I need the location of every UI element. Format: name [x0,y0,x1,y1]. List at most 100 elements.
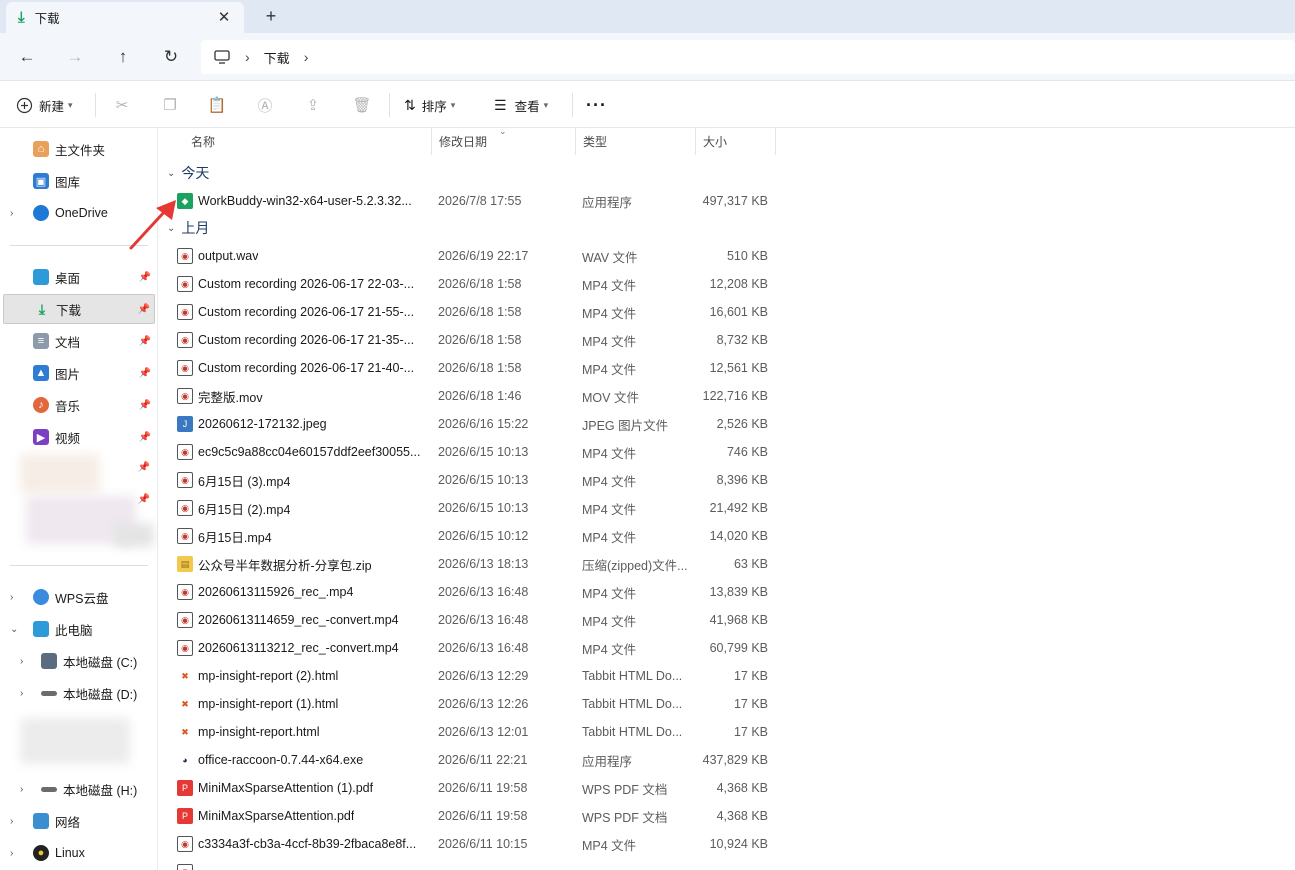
pin-icon[interactable]: 📌 [139,336,151,347]
file-row[interactable]: ◉ [159,858,779,870]
breadcrumb-downloads[interactable]: 下载 [264,48,290,67]
file-row[interactable]: ◉ Custom recording 2026-06-17 21-35-... 20… [159,326,779,354]
chevron-right-icon[interactable]: › [245,49,250,65]
file-row[interactable]: ◉ c3334a3f-cb3a-4ccf-8b39-2fbaca8e8f... 20… [159,830,779,858]
file-type: MP4 文件 [582,362,637,377]
chevron-right-icon[interactable]: › [304,49,309,65]
pin-icon[interactable]: 📌 [139,272,151,283]
sidebar-item-drive-d[interactable]: › 本地磁盘 (D:) [3,678,155,708]
pin-icon[interactable]: 📌 [138,462,150,473]
tab-downloads[interactable]: ⤓ 下载 ✕ [6,2,244,33]
pin-icon[interactable]: 📌 [139,432,151,443]
blurred-entry [114,523,154,547]
sidebar-item-music[interactable]: ♪ 音乐 📌 [3,390,155,420]
html-icon: ✖ [177,668,193,684]
file-row[interactable]: ✖ mp-insight-report (2).html 2026/6/13 12:… [159,662,779,690]
sidebar-item-pictures[interactable]: ▲ 图片 📌 [3,358,155,388]
sort-button[interactable]: ⇅ 排序 ▾ [404,92,455,118]
paste-icon[interactable]: 📋 [207,95,227,115]
column-header-size[interactable]: 大小 [696,128,776,155]
sidebar-item-label: 图库 [55,175,81,190]
tab-title: 下载 [34,12,60,26]
chevron-right-icon[interactable]: › [10,592,13,603]
up-button[interactable]: ↑ [109,43,137,71]
file-row[interactable]: ◉ Custom recording 2026-06-17 22-03-... 20… [159,270,779,298]
sidebar-item-downloads[interactable]: ⤓ 下载 📌 [3,294,155,324]
sidebar-item-gallery[interactable]: ▣ 图库 [3,166,155,196]
rename-icon[interactable]: Ⓐ [255,95,275,115]
sidebar-item-desktop[interactable]: 桌面 📌 [3,262,155,292]
file-row[interactable]: ◉ output.wav 2026/6/19 22:17 WAV 文件 510 KB [159,242,779,270]
file-row[interactable]: ◉ 20260613113212_rec_-convert.mp4 2026/6/1… [159,634,779,662]
address-bar[interactable]: › 下载 › [201,40,1295,74]
file-row[interactable]: P MiniMaxSparseAttention.pdf 2026/6/11 19:… [159,802,779,830]
file-row[interactable]: ▤ 公众号半年数据分析-分享包.zip 2026/6/13 18:13 压缩(zipp… [159,550,779,578]
cut-icon[interactable]: ✂ [112,95,132,115]
sidebar-item-this-pc[interactable]: ⌄ 此电脑 [3,614,155,644]
file-row[interactable]: ◉ 6月15日 (3).mp4 2026/6/15 10:13 MP4 文件 8,396… [159,466,779,494]
column-header-name[interactable]: 名称 [184,128,432,155]
file-type: 应用程序 [582,195,633,210]
chevron-down-icon[interactable]: ⌄ [167,168,175,179]
sidebar-item-documents[interactable]: ≡ 文档 📌 [3,326,155,356]
file-row[interactable]: ✖ mp-insight-report.html 2026/6/13 12:01 Ta… [159,718,779,746]
sidebar-item-wps-cloud[interactable]: › WPS云盘 [3,582,155,612]
sidebar-item-linux[interactable]: › ● Linux [3,838,155,868]
file-name-cell: ◉ 6月15日 (2).mp4 [177,494,427,522]
file-type: MP4 文件 [582,838,637,853]
media-file-icon: ◉ [177,360,193,376]
back-button[interactable]: ← [13,43,41,71]
pin-icon[interactable]: 📌 [138,304,150,315]
group-label: 上月 [181,220,210,236]
view-button[interactable]: ☰ 查看 ▾ [494,92,548,118]
new-tab-button[interactable]: + [260,5,282,27]
file-row[interactable]: ✖ mp-insight-report (1).html 2026/6/13 12:… [159,690,779,718]
sidebar-item-home[interactable]: ⌂ 主文件夹 [3,134,155,164]
copy-icon[interactable]: ❐ [160,95,180,115]
file-row[interactable]: ◉ Custom recording 2026-06-17 21-40-... 20… [159,354,779,382]
file-date: 2026/6/13 18:13 [438,557,529,571]
chevron-right-icon[interactable]: › [10,848,13,859]
download-icon: ⤓ [18,9,25,26]
file-row[interactable]: ◉ 6月15日.mp4 2026/6/15 10:12 MP4 文件 14,020 KB [159,522,779,550]
delete-icon[interactable]: 🗑 [352,95,372,115]
refresh-button[interactable]: ↻ [157,43,185,71]
file-row[interactable]: P MiniMaxSparseAttention (1).pdf 2026/6/11… [159,774,779,802]
pin-icon[interactable]: 📌 [139,400,151,411]
group-header[interactable]: ⌄ 今天 [167,162,209,184]
column-header-date[interactable]: 修改日期 [432,128,576,155]
file-name-cell: ▤ 公众号半年数据分析-分享包.zip [177,550,427,578]
file-row[interactable]: ◆ WorkBuddy-win32-x64-user-5.2.3.32... 202… [159,187,779,215]
file-row[interactable]: J 20260612-172132.jpeg 2026/6/16 15:22 JPEG… [159,410,779,438]
file-row[interactable]: ◉ Custom recording 2026-06-17 21-55-... 20… [159,298,779,326]
file-name: 6月15日 (3).mp4 [198,474,291,489]
file-name-cell: ◉ 20260613114659_rec_-convert.mp4 [177,606,427,634]
column-header-type[interactable]: 类型 [576,128,696,155]
chevron-right-icon[interactable]: › [20,784,23,795]
sidebar-item-drive-c[interactable]: › 本地磁盘 (C:) [3,646,155,676]
file-row[interactable]: ◕ office-raccoon-0.7.44-x64.exe 2026/6/11 … [159,746,779,774]
sidebar-item-videos[interactable]: ▶ 视频 📌 [3,422,155,452]
share-icon[interactable]: ⇪ [303,95,323,115]
file-row[interactable]: ◉ 20260613115926_rec_.mp4 2026/6/13 16:48 M… [159,578,779,606]
monitor-icon[interactable] [213,49,231,65]
sidebar-item-drive-h[interactable]: › 本地磁盘 (H:) [3,774,155,804]
pin-icon[interactable]: 📌 [138,494,150,505]
chevron-right-icon[interactable]: › [10,816,13,827]
file-row[interactable]: ◉ 完整版.mov 2026/6/18 1:46 MOV 文件 122,716 KB [159,382,779,410]
forward-button[interactable]: → [61,43,89,71]
close-tab-icon[interactable]: ✕ [214,7,234,27]
new-button[interactable]: 新建 ▾ [16,92,73,118]
file-row[interactable]: ◉ 20260613114659_rec_-convert.mp4 2026/6/1… [159,606,779,634]
view-list-icon: ☰ [494,96,507,113]
pin-icon[interactable]: 📌 [139,368,151,379]
file-row[interactable]: ◉ 6月15日 (2).mp4 2026/6/15 10:13 MP4 文件 21,49… [159,494,779,522]
file-type: MP4 文件 [582,306,637,321]
sidebar-item-network[interactable]: › 网络 [3,806,155,836]
file-row[interactable]: ◉ ec9c5c9a88cc04e60157ddf2eef30055... 2026… [159,438,779,466]
chevron-down-icon[interactable]: ⌄ [10,624,18,635]
more-options-icon[interactable]: ··· [586,92,607,118]
chevron-right-icon[interactable]: › [20,656,23,667]
chevron-right-icon[interactable]: › [10,208,13,219]
chevron-right-icon[interactable]: › [20,688,23,699]
